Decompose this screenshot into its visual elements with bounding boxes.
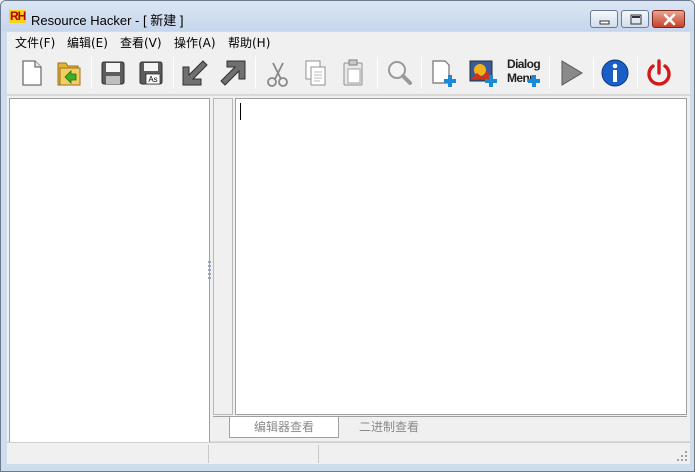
toolbar: As Dialog Menu [7,51,690,95]
resource-tree[interactable] [9,98,210,444]
menu-help[interactable]: 帮助(H) [228,34,270,51]
open-file-button[interactable] [51,55,87,91]
save-as-button[interactable]: As [133,55,169,91]
toolbar-separator [637,57,638,89]
menu-bar: 文件(F) 编辑(E) 查看(V) 操作(A) 帮助(H) [7,32,690,51]
main-content: 编辑器查看 二进制查看 [7,96,690,444]
info-icon [601,59,629,87]
tab-binary-view[interactable]: 二进制查看 [339,417,439,438]
app-window: RH Resource Hacker - [ 新建 ] 文件(F) 编辑(E) … [0,0,695,472]
new-file-button[interactable] [13,55,49,91]
compile-button[interactable] [177,55,213,91]
dialog-menu-label-1: Dialog [507,57,540,71]
code-editor[interactable] [235,98,687,415]
add-blank-resource-button[interactable] [425,55,461,91]
add-blank-resource-icon [432,60,456,87]
play-icon [561,60,583,86]
toolbar-separator [255,57,256,89]
copy-icon [305,60,326,86]
resize-grip-icon[interactable] [676,450,688,462]
toolbar-separator [549,57,550,89]
toolbar-separator [91,57,92,89]
status-segment [209,445,319,463]
export-icon [220,60,246,86]
status-bar [7,442,690,464]
text-caret [240,103,241,120]
toolbar-separator [377,57,378,89]
menu-edit[interactable]: 编辑(E) [67,34,108,51]
menu-file[interactable]: 文件(F) [15,34,55,51]
save-as-icon: As [139,61,163,85]
save-icon [101,61,125,85]
toolbar-separator [593,57,594,89]
new-file-icon [22,60,42,86]
dialog-menu-button[interactable]: Dialog Menu [505,55,545,91]
open-file-icon [57,62,81,86]
tab-editor-view[interactable]: 编辑器查看 [229,417,339,438]
power-icon [647,59,671,86]
play-button[interactable] [553,55,589,91]
paste-icon [343,59,363,86]
status-segment [7,445,209,463]
close-icon [663,13,676,26]
save-as-label: As [148,75,157,84]
toolbar-separator [421,57,422,89]
app-logo: RH [9,9,26,23]
cut-icon [267,62,288,87]
dialog-menu-icon: Dialog Menu [507,57,541,87]
menu-action[interactable]: 操作(A) [174,34,216,51]
close-button[interactable] [652,10,685,28]
view-tabs: 编辑器查看 二进制查看 [213,416,687,438]
maximize-icon [630,14,642,25]
minimize-button[interactable] [590,10,618,28]
cut-button[interactable] [259,55,295,91]
find-icon [388,61,412,85]
copy-button[interactable] [297,55,333,91]
export-button[interactable] [215,55,251,91]
splitter-handle[interactable] [208,261,211,281]
paste-button[interactable] [335,55,371,91]
add-image-resource-icon [469,60,497,87]
title-bar[interactable]: RH Resource Hacker - [ 新建 ] [1,1,694,31]
maximize-button[interactable] [621,10,649,28]
toolbar-separator [173,57,174,89]
exit-button[interactable] [641,55,677,91]
window-title: Resource Hacker - [ 新建 ] [31,13,184,28]
compile-icon [182,60,208,86]
menu-view[interactable]: 查看(V) [120,34,162,51]
add-image-resource-button[interactable] [465,55,501,91]
info-button[interactable] [597,55,633,91]
minimize-icon [599,20,610,25]
save-button[interactable] [95,55,131,91]
line-number-gutter [213,98,233,415]
find-button[interactable] [381,55,417,91]
